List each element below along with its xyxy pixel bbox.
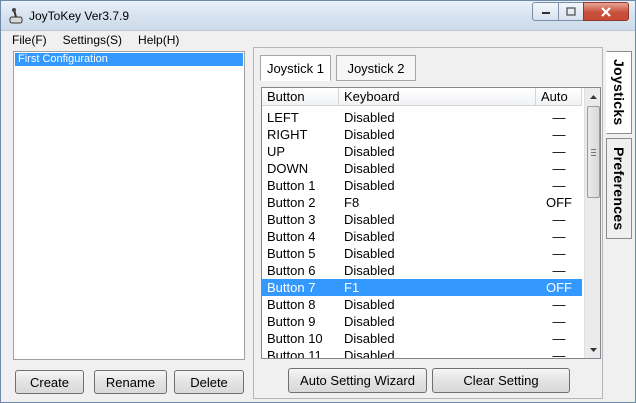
clear-setting-button[interactable]: Clear Setting [432, 368, 570, 393]
scroll-down-icon [590, 347, 597, 352]
table-row[interactable]: UP Disabled — [262, 143, 582, 160]
app-window: JoyToKey Ver3.7.9 File(F) Settings(S) He… [0, 0, 636, 403]
keyboard-cell: Disabled [344, 229, 395, 244]
button-cell: Button 3 [267, 212, 316, 227]
button-cell: Button 6 [267, 263, 316, 278]
keyboard-cell: F8 [344, 195, 360, 210]
table-row[interactable]: Button 4 Disabled — [262, 228, 582, 245]
keyboard-cell: Disabled [344, 212, 395, 227]
minimize-icon [541, 11, 550, 14]
auto-cell: — [552, 263, 566, 278]
tab-preferences[interactable]: Preferences [606, 138, 632, 239]
button-cell: Button 1 [267, 178, 316, 193]
tab-joystick-2[interactable]: Joystick 2 [336, 55, 416, 81]
window-title: JoyToKey Ver3.7.9 [29, 9, 130, 23]
table-row[interactable]: Button 5 Disabled — [262, 245, 582, 262]
maximize-button[interactable] [558, 2, 584, 21]
auto-cell: OFF [546, 280, 572, 295]
button-cell: Button 10 [267, 331, 323, 346]
close-icon [601, 6, 611, 17]
auto-cell: — [552, 314, 566, 329]
button-cell: RIGHT [267, 127, 308, 142]
button-cell: Button 11 [267, 348, 322, 359]
auto-cell: — [552, 331, 566, 346]
button-cell: LEFT [267, 110, 299, 125]
auto-cell: — [552, 161, 566, 176]
auto-cell: — [552, 178, 566, 193]
table-row[interactable]: Button 6 Disabled — [262, 262, 582, 279]
auto-cell: — [552, 297, 566, 312]
close-button[interactable] [583, 2, 629, 21]
keyboard-cell: Disabled [344, 263, 395, 278]
keyboard-cell: Disabled [344, 178, 395, 193]
menu-settings[interactable]: Settings(S) [53, 31, 128, 49]
keyboard-cell: Disabled [344, 127, 395, 142]
tab-joysticks-label: Joysticks [611, 59, 627, 126]
auto-cell: — [552, 246, 566, 261]
table-row[interactable]: Button 3 Disabled — [262, 211, 582, 228]
auto-cell: — [552, 127, 566, 142]
auto-cell: OFF [546, 195, 572, 210]
keyboard-cell: Disabled [344, 144, 395, 159]
scroll-up-icon [590, 94, 597, 99]
keyboard-cell: Disabled [344, 348, 395, 359]
title-bar[interactable]: JoyToKey Ver3.7.9 [1, 1, 635, 31]
column-header-auto[interactable]: Auto [536, 88, 582, 106]
button-cell: Button 8 [267, 297, 316, 312]
table-row[interactable]: Button 1 Disabled — [262, 177, 582, 194]
scroll-down-button[interactable] [585, 341, 600, 358]
config-item-first[interactable]: First Configuration [15, 53, 243, 66]
auto-cell: — [552, 212, 566, 227]
configuration-list[interactable]: First Configuration [13, 51, 245, 360]
button-cell: Button 9 [267, 314, 316, 329]
button-cell: Button 2 [267, 195, 316, 210]
joystick-app-icon [9, 8, 23, 24]
button-cell: DOWN [267, 161, 309, 176]
column-header-button[interactable]: Button [262, 88, 339, 106]
grid-header: Button Keyboard Auto [262, 88, 582, 106]
minimize-button[interactable] [532, 2, 559, 21]
tab-preferences-label: Preferences [611, 146, 627, 231]
keyboard-cell: F1 [344, 280, 360, 295]
button-mapping-grid: Button Keyboard Auto LEFT Disabled — RIGHT D… [261, 87, 601, 359]
keyboard-cell: Disabled [344, 314, 395, 329]
keyboard-cell: Disabled [344, 161, 395, 176]
auto-cell: — [552, 144, 566, 159]
vertical-scrollbar[interactable] [584, 88, 600, 358]
table-row[interactable]: Button 7 F1 OFF [262, 279, 582, 296]
auto-cell: — [552, 229, 566, 244]
table-row[interactable]: Button 10 Disabled — [262, 330, 582, 347]
table-row[interactable]: Button 2 F8 OFF [262, 194, 582, 211]
maximize-icon [566, 7, 576, 16]
keyboard-cell: Disabled [344, 110, 395, 125]
button-cell: Button 5 [267, 246, 316, 261]
button-cell: Button 7 [267, 280, 316, 295]
menu-file[interactable]: File(F) [1, 31, 53, 49]
auto-cell: — [552, 348, 566, 359]
auto-cell: — [552, 110, 566, 125]
table-row[interactable]: Button 8 Disabled — [262, 296, 582, 313]
table-row[interactable]: LEFT Disabled — [262, 109, 582, 126]
delete-button[interactable]: Delete [174, 370, 244, 394]
button-cell: Button 4 [267, 229, 316, 244]
tab-joysticks[interactable]: Joysticks [606, 51, 632, 134]
scroll-grip-icon [591, 149, 596, 156]
scroll-up-button[interactable] [585, 88, 600, 105]
table-row[interactable]: DOWN Disabled — [262, 160, 582, 177]
tab-joystick-1[interactable]: Joystick 1 [260, 55, 331, 81]
scrollbar-thumb[interactable] [587, 106, 600, 198]
table-row[interactable]: RIGHT Disabled — [262, 126, 582, 143]
column-header-keyboard[interactable]: Keyboard [339, 88, 536, 106]
rename-button[interactable]: Rename [94, 370, 167, 394]
create-button[interactable]: Create [15, 370, 84, 394]
keyboard-cell: Disabled [344, 246, 395, 261]
auto-setting-wizard-button[interactable]: Auto Setting Wizard [288, 368, 427, 393]
table-row[interactable]: Button 9 Disabled — [262, 313, 582, 330]
button-cell: UP [267, 144, 286, 159]
menu-help[interactable]: Help(H) [128, 31, 185, 49]
keyboard-cell: Disabled [344, 331, 395, 346]
table-row[interactable]: Button 11 Disabled — [262, 347, 582, 359]
keyboard-cell: Disabled [344, 297, 395, 312]
